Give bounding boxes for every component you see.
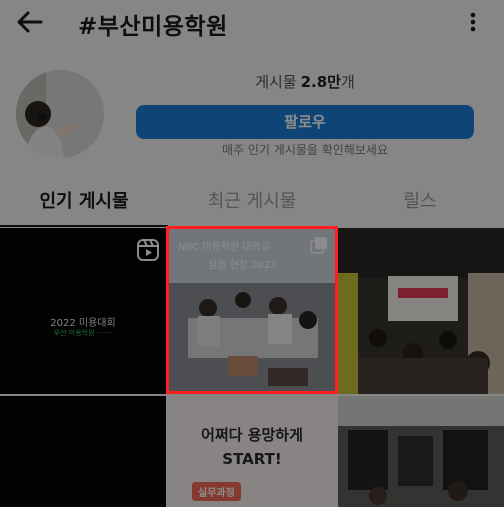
post-1-title: 2022 미용대회 — [50, 318, 116, 329]
grid-post-1[interactable]: 2022 미용대회 부산 미용학원 ······· — [0, 228, 166, 394]
page-title: #부산미용학원 — [78, 14, 228, 40]
post-count-number: 2.8만 — [300, 73, 341, 91]
grid-post-4[interactable] — [0, 396, 166, 507]
avatar-image — [16, 70, 104, 158]
reels-icon — [137, 239, 159, 261]
post-count: 게시물 2.8만개 — [136, 71, 474, 92]
tab-top-posts[interactable]: 인기 게시물 — [0, 178, 168, 228]
tab-recent-posts[interactable]: 최근 게시물 — [168, 178, 336, 228]
follow-button[interactable]: 팔로우 — [136, 105, 474, 139]
post-3-image — [338, 228, 504, 394]
grid-post-3[interactable] — [338, 228, 504, 394]
grid-post-6[interactable] — [338, 396, 504, 507]
more-options-button[interactable] — [462, 10, 484, 34]
arrow-left-icon — [17, 11, 43, 33]
hashtag-avatar[interactable] — [16, 70, 104, 158]
header: #부산미용학원 — [0, 0, 504, 44]
selection-highlight — [166, 226, 338, 394]
instagram-hashtag-page: #부산미용학원 게시물 2.8만개 팔로우 매주 인기 게시물을 확인해보세요 인… — [0, 0, 504, 507]
tab-bar: 인기 게시물 최근 게시물 릴스 — [0, 178, 504, 228]
post-6-image — [338, 396, 504, 507]
post-1-subtitle: 부산 미용학원 ······· — [53, 329, 113, 337]
active-tab-indicator — [0, 225, 168, 227]
more-vertical-icon — [470, 12, 476, 32]
post-5-badge: 실무과정 — [192, 482, 241, 501]
post-count-suffix: 개 — [340, 73, 355, 91]
back-button[interactable] — [14, 8, 44, 36]
post-count-label: 게시물 — [255, 73, 297, 91]
post-5-text-line2: START! — [222, 450, 282, 468]
post-5-text-line1: 어쩌다 용망하게 — [201, 426, 303, 444]
tab-reels[interactable]: 릴스 — [336, 178, 504, 228]
grid-post-5[interactable]: 어쩌다 용망하게 START! 실무과정 — [168, 396, 336, 507]
follow-subtext: 매주 인기 게시물을 확인해보세요 — [221, 143, 388, 157]
